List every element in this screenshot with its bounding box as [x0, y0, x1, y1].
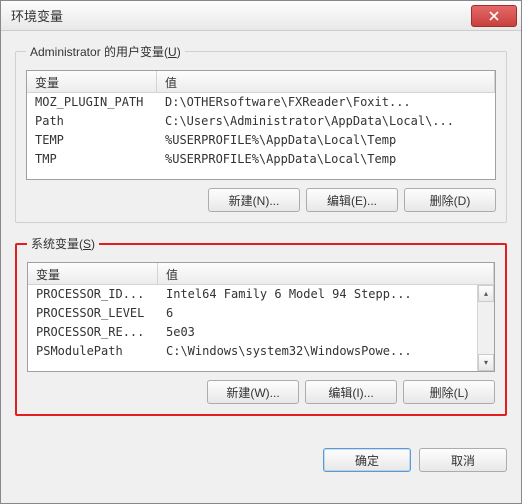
cell-val: 5e03 — [158, 323, 494, 342]
close-button[interactable] — [471, 5, 517, 27]
dialog-footer: 确定 取消 — [1, 438, 521, 472]
scroll-track[interactable] — [478, 302, 494, 354]
col-header-var[interactable]: 变量 — [27, 71, 157, 92]
table-row[interactable]: TMP%USERPROFILE%\AppData\Local\Temp — [27, 150, 495, 169]
table-row[interactable]: PROCESSOR_RE...5e03 — [28, 323, 494, 342]
cell-val: 6 — [158, 304, 494, 323]
system-vars-legend: 系统变量(S) — [27, 235, 99, 252]
sys-new-button[interactable]: 新建(W)... — [207, 380, 299, 404]
system-vars-list[interactable]: 变量 值 PROCESSOR_ID...Intel64 Family 6 Mod… — [27, 262, 495, 372]
sys-button-row: 新建(W)... 编辑(I)... 删除(L) — [27, 380, 495, 404]
user-edit-button[interactable]: 编辑(E)... — [306, 188, 398, 212]
cell-val: C:\Windows\system32\WindowsPowe... — [158, 342, 494, 361]
table-row[interactable]: PROCESSOR_LEVEL6 — [28, 304, 494, 323]
cell-var: PSModulePath — [28, 342, 158, 361]
user-vars-group: Administrator 的用户变量(U) 变量 值 MOZ_PLUGIN_P… — [15, 43, 507, 223]
table-row[interactable]: PSModulePathC:\Windows\system32\WindowsP… — [28, 342, 494, 361]
scrollbar[interactable]: ▴ ▾ — [477, 285, 494, 371]
cell-var: PROCESSOR_LEVEL — [28, 304, 158, 323]
table-row[interactable]: MOZ_PLUGIN_PATHD:\OTHERsoftware\FXReader… — [27, 93, 495, 112]
cell-val: Intel64 Family 6 Model 94 Stepp... — [158, 285, 494, 304]
cell-val: D:\OTHERsoftware\FXReader\Foxit... — [157, 93, 495, 112]
table-row[interactable]: PROCESSOR_ID...Intel64 Family 6 Model 94… — [28, 285, 494, 304]
system-vars-group: 系统变量(S) 变量 值 PROCESSOR_ID...Intel64 Fami… — [15, 235, 507, 416]
cell-var: PROCESSOR_RE... — [28, 323, 158, 342]
col-header-val[interactable]: 值 — [157, 71, 495, 92]
cell-var: TMP — [27, 150, 157, 169]
cancel-button[interactable]: 取消 — [419, 448, 507, 472]
env-vars-dialog: 环境变量 Administrator 的用户变量(U) 变量 值 MOZ_PLU… — [0, 0, 522, 504]
list-header: 变量 值 — [27, 71, 495, 93]
window-title: 环境变量 — [11, 6, 471, 25]
user-button-row: 新建(N)... 编辑(E)... 删除(D) — [26, 188, 496, 212]
sys-delete-button[interactable]: 删除(L) — [403, 380, 495, 404]
close-icon — [489, 11, 499, 21]
scroll-down-button[interactable]: ▾ — [478, 354, 494, 371]
cell-val: %USERPROFILE%\AppData\Local\Temp — [157, 131, 495, 150]
cell-val: C:\Users\Administrator\AppData\Local\... — [157, 112, 495, 131]
scroll-up-button[interactable]: ▴ — [478, 285, 494, 302]
user-new-button[interactable]: 新建(N)... — [208, 188, 300, 212]
col-header-val[interactable]: 值 — [158, 263, 494, 284]
user-vars-list[interactable]: 变量 值 MOZ_PLUGIN_PATHD:\OTHERsoftware\FXR… — [26, 70, 496, 180]
table-row[interactable]: PathC:\Users\Administrator\AppData\Local… — [27, 112, 495, 131]
cell-var: Path — [27, 112, 157, 131]
ok-button[interactable]: 确定 — [323, 448, 411, 472]
dialog-content: Administrator 的用户变量(U) 变量 值 MOZ_PLUGIN_P… — [1, 31, 521, 438]
col-header-var[interactable]: 变量 — [28, 263, 158, 284]
sys-edit-button[interactable]: 编辑(I)... — [305, 380, 397, 404]
titlebar[interactable]: 环境变量 — [1, 1, 521, 31]
user-vars-legend: Administrator 的用户变量(U) — [26, 43, 185, 60]
cell-var: MOZ_PLUGIN_PATH — [27, 93, 157, 112]
table-row[interactable]: TEMP%USERPROFILE%\AppData\Local\Temp — [27, 131, 495, 150]
user-delete-button[interactable]: 删除(D) — [404, 188, 496, 212]
cell-val: %USERPROFILE%\AppData\Local\Temp — [157, 150, 495, 169]
cell-var: TEMP — [27, 131, 157, 150]
cell-var: PROCESSOR_ID... — [28, 285, 158, 304]
list-header: 变量 值 — [28, 263, 494, 285]
